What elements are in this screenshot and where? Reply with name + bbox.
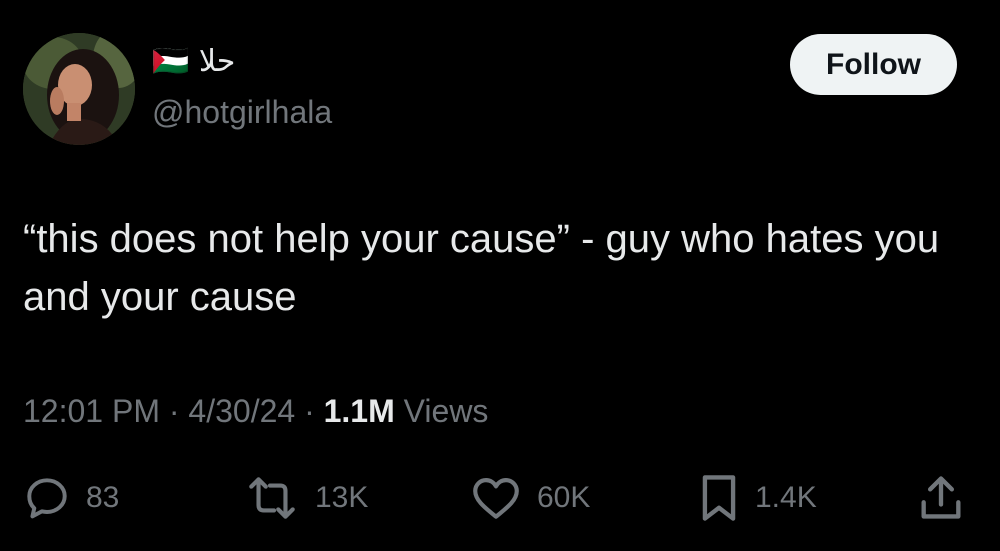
reply-icon	[27, 478, 67, 519]
follow-button[interactable]: Follow	[790, 34, 957, 95]
like-count: 60K	[537, 481, 591, 514]
repost-button[interactable]: 13K	[243, 470, 368, 526]
reply-count: 83	[86, 481, 120, 514]
share-icon	[921, 476, 961, 519]
tweet-date[interactable]: 4/30/24	[188, 393, 295, 429]
display-name[interactable]: حلا 🇵🇸	[152, 42, 235, 82]
tweet-time[interactable]: 12:01 PM	[23, 393, 160, 429]
share-button[interactable]	[915, 470, 967, 526]
bookmark-count: 1.4K	[755, 481, 817, 514]
tweet-metadata: 12:01 PM · 4/30/24 · 1.1M Views	[23, 388, 488, 434]
avatar-image	[23, 33, 135, 145]
bookmark-button[interactable]: 1.4K	[697, 470, 817, 526]
heart-icon	[473, 478, 519, 519]
avatar[interactable]	[23, 33, 135, 145]
action-bar: 83 13K 60K 1.4K	[0, 470, 1000, 526]
views-label: Views	[403, 393, 489, 429]
meta-separator: ·	[304, 393, 315, 429]
tweet-card: حلا 🇵🇸 @hotgirlhala Follow “this does no…	[0, 0, 1000, 551]
meta-separator: ·	[168, 393, 180, 429]
views-count: 1.1M	[323, 393, 395, 429]
tweet-text: “this does not help your cause” - guy wh…	[23, 217, 940, 319]
user-handle[interactable]: @hotgirlhala	[152, 92, 332, 132]
bookmark-icon	[702, 475, 736, 521]
like-button[interactable]: 60K	[469, 470, 590, 526]
reply-button[interactable]: 83	[22, 470, 119, 526]
repost-icon	[249, 477, 295, 519]
repost-count: 13K	[315, 481, 369, 514]
